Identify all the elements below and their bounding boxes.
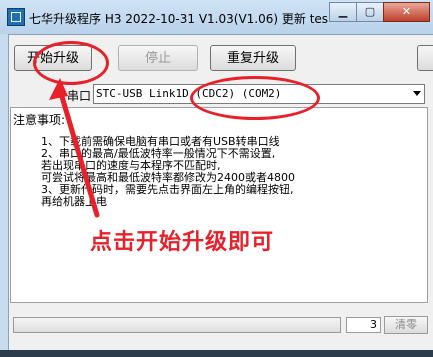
upgrade-window: 七华升级程序 H3 2022-10-31 V1.03(V1.06) 更新 tes… (0, 0, 433, 357)
background-strip (0, 350, 433, 357)
annotation-text: 点击开始升级即可 (90, 230, 275, 255)
annotation-arrow (49, 78, 100, 218)
